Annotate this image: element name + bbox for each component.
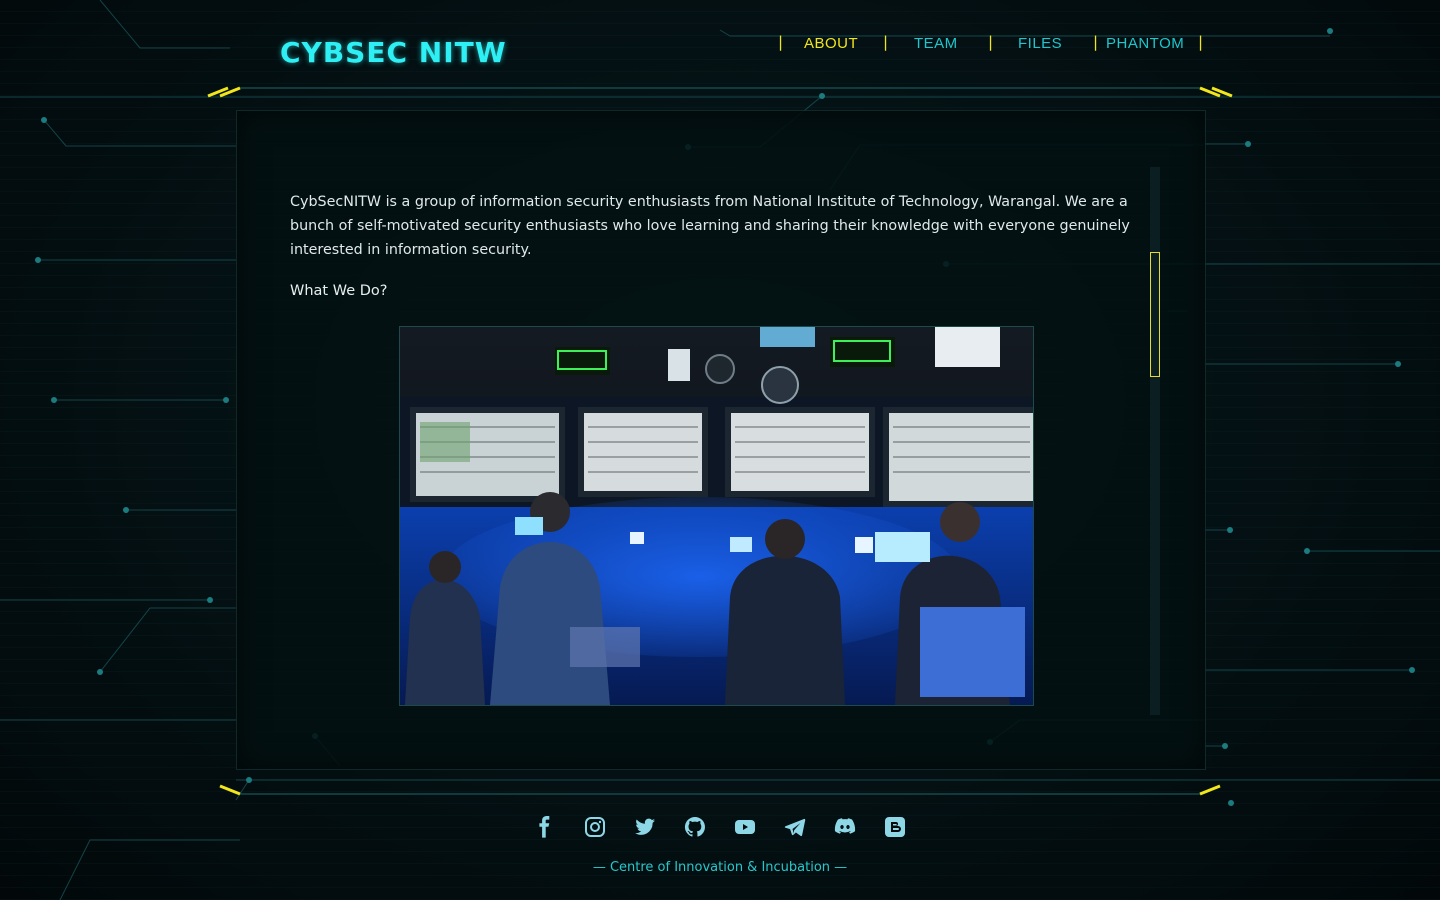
telegram-icon[interactable] [783, 815, 807, 839]
nav-separator: | [1093, 33, 1099, 51]
facebook-icon[interactable] [533, 815, 557, 839]
site-logo[interactable]: CYBSEC NITW [280, 36, 507, 69]
nav-item-team[interactable]: TEAM [914, 35, 958, 52]
blogger-icon[interactable] [883, 815, 907, 839]
github-icon[interactable] [683, 815, 707, 839]
youtube-icon[interactable] [733, 815, 757, 839]
about-description: CybSecNITW is a group of information sec… [290, 194, 1130, 258]
nav-item-files[interactable]: FILES [1018, 35, 1062, 52]
nav-separator: | [1198, 33, 1204, 51]
scrollbar-thumb[interactable] [1150, 252, 1160, 377]
control-room-image [399, 326, 1034, 706]
nav-item-phantom[interactable]: PHANTOM [1106, 35, 1184, 52]
nav-separator: | [883, 33, 889, 51]
scrollbar-track[interactable] [1150, 167, 1160, 715]
twitter-icon[interactable] [633, 815, 657, 839]
nav-item-about[interactable]: ABOUT [804, 35, 858, 52]
nav-separator: | [988, 33, 994, 51]
footer-tagline: — Centre of Innovation & Incubation — [592, 860, 848, 875]
discord-icon[interactable] [833, 815, 857, 839]
instagram-icon[interactable] [583, 815, 607, 839]
nav-separator: | [778, 33, 784, 51]
social-links [0, 815, 1440, 839]
what-we-do-heading: What We Do? [290, 283, 388, 299]
